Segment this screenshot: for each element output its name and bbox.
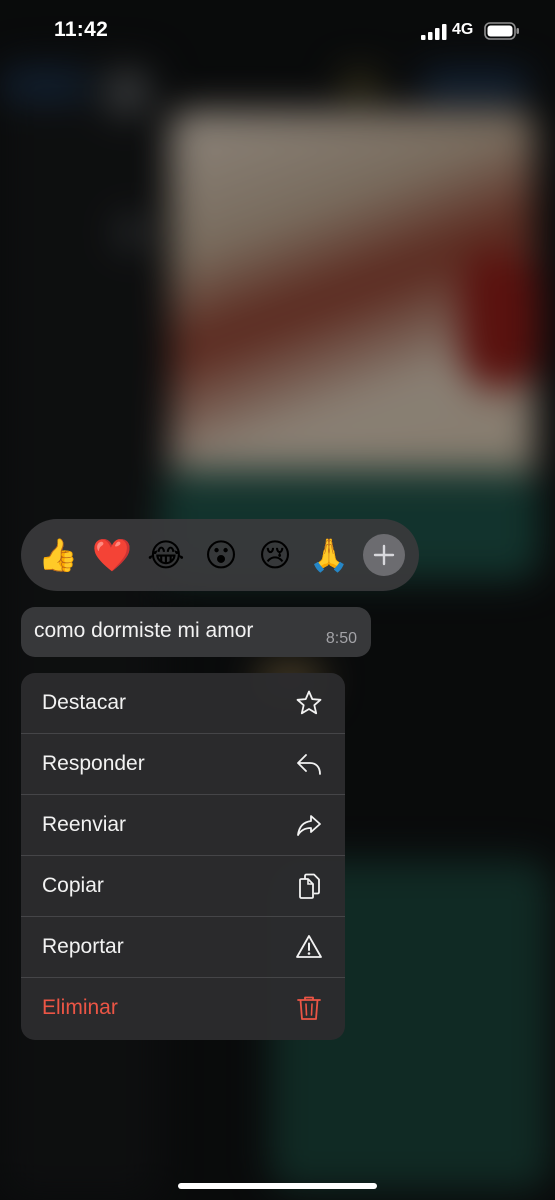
menu-item-reenviar[interactable]: Reenviar bbox=[21, 795, 345, 856]
crying-face-icon[interactable]: 😢 bbox=[255, 519, 295, 591]
menu-item-responder[interactable]: Responder bbox=[21, 734, 345, 795]
copy-icon bbox=[299, 873, 320, 899]
thumbs-up-icon[interactable]: 👍 bbox=[38, 519, 78, 591]
cellular-signal-icon bbox=[421, 24, 447, 45]
menu-item-label: Eliminar bbox=[42, 996, 118, 1019]
forward-icon bbox=[297, 815, 321, 836]
status-time: 11:42 bbox=[54, 18, 109, 41]
message-context-menu: Destacar Responder Reenviar Copiar Repor… bbox=[21, 673, 345, 1040]
star-icon bbox=[296, 690, 322, 715]
surprised-face-icon[interactable]: 😮 bbox=[201, 519, 241, 591]
menu-item-label: Responder bbox=[42, 752, 145, 775]
message-text: como dormiste mi amor bbox=[34, 619, 254, 642]
menu-item-eliminar[interactable]: Eliminar bbox=[21, 978, 345, 1039]
menu-item-label: Copiar bbox=[42, 874, 104, 897]
tears-of-joy-icon[interactable]: 😂 bbox=[146, 519, 186, 591]
plus-icon bbox=[373, 544, 395, 566]
message-timestamp: 8:50 bbox=[325, 630, 357, 647]
menu-item-copiar[interactable]: Copiar bbox=[21, 856, 345, 917]
menu-item-label: Reportar bbox=[42, 935, 124, 958]
menu-item-label: Reenviar bbox=[42, 813, 127, 836]
reaction-bar: 👍 ❤️ 😂 😮 😢 🙏 bbox=[21, 519, 419, 591]
more-reactions-button[interactable] bbox=[363, 534, 405, 576]
message-bubble[interactable]: como dormiste mi amor 8:50 bbox=[21, 607, 371, 657]
battery-icon bbox=[484, 22, 520, 45]
red-heart-icon[interactable]: ❤️ bbox=[92, 519, 132, 591]
menu-item-label: Destacar bbox=[42, 691, 127, 714]
warning-icon bbox=[296, 935, 322, 958]
home-indicator[interactable] bbox=[178, 1183, 377, 1189]
status-bar: 11:42 4G bbox=[0, 0, 555, 62]
screen: 11:42 4G 👍 ❤️ 😂 😮 😢 🙏 como dormiste mi a… bbox=[0, 0, 555, 1200]
folded-hands-icon[interactable]: 🙏 bbox=[309, 519, 349, 591]
menu-item-destacar[interactable]: Destacar bbox=[21, 673, 345, 734]
reply-icon bbox=[297, 754, 321, 775]
trash-icon bbox=[297, 996, 321, 1020]
menu-item-reportar[interactable]: Reportar bbox=[21, 917, 345, 978]
network-type: 4G bbox=[452, 21, 474, 38]
